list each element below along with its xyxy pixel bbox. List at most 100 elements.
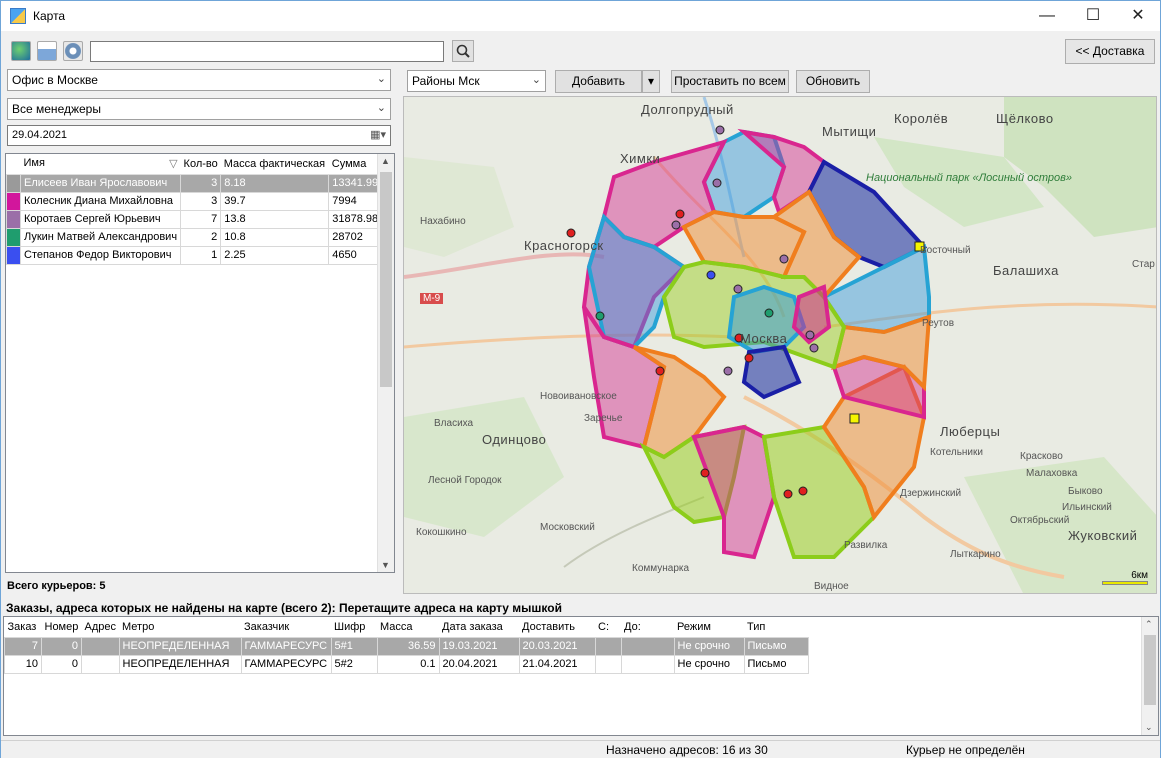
scroll-down-icon[interactable]: ⌄: [1145, 722, 1153, 733]
order-id: 10: [4, 654, 42, 674]
toolbar: << Доставка: [1, 34, 1160, 66]
header-type[interactable]: Тип: [744, 617, 808, 637]
label-kommunarka: Коммунарка: [632, 563, 690, 574]
courier-row[interactable]: Елисеев Иван Ярославович 3 8.18 13341.99: [6, 173, 383, 193]
unfound-title: Заказы, адреса которых не найдены на кар…: [1, 599, 1160, 617]
managers-select[interactable]: Все менеджеры ⌄: [7, 98, 391, 120]
status-bar: Назначено адресов: 16 из 30 Курьер не оп…: [1, 740, 1160, 758]
assign-all-button[interactable]: Проставить по всем: [671, 70, 789, 93]
label-vlasikha: Власиха: [434, 418, 474, 429]
courier-name: Коротаев Сергей Юрьевич: [19, 209, 182, 229]
label-reutov: Реутов: [922, 318, 955, 329]
label-korolev: Королёв: [894, 111, 949, 126]
header-to[interactable]: До:: [621, 617, 674, 637]
label-bykovo: Быково: [1068, 486, 1103, 497]
scale-bar: [1102, 581, 1148, 585]
courier-color-swatch: [6, 227, 21, 247]
label-dolgoprudny: Долгопрудный: [641, 102, 734, 117]
header-order-date[interactable]: Дата заказа: [439, 617, 519, 637]
order-number: 0: [41, 654, 82, 674]
order-code: 5#1: [330, 636, 378, 656]
courier-mass: 2.25: [220, 245, 330, 265]
order-mode: Не срочно: [673, 654, 745, 674]
date-picker[interactable]: 29.04.2021 ▦▾: [7, 125, 391, 146]
header-sum[interactable]: Сумма: [328, 154, 382, 175]
add-dropdown-button[interactable]: ▾: [642, 70, 660, 93]
label-lytkarino: Лыткарино: [950, 549, 1001, 560]
order-type: Письмо: [743, 636, 809, 656]
courier-sum: 7994: [328, 191, 383, 211]
header-from[interactable]: С:: [595, 617, 621, 637]
scroll-thumb[interactable]: [1144, 635, 1156, 705]
scroll-up-icon[interactable]: ▲: [381, 156, 390, 166]
header-metro[interactable]: Метро: [119, 617, 241, 637]
maximize-button[interactable]: ☐: [1070, 1, 1116, 31]
courier-name: Колесник Диана Михайловна: [19, 191, 182, 211]
map-window: Карта — ☐ ✕ << Доставка Офис в Москве ⌄ …: [0, 0, 1161, 758]
refresh-button[interactable]: Обновить: [796, 70, 870, 93]
courier-color-swatch: [6, 173, 21, 193]
label-lesnoy: Лесной Городок: [428, 475, 502, 486]
search-input[interactable]: [90, 41, 444, 62]
header-color: [6, 154, 21, 175]
courier-qty: 7: [180, 209, 222, 229]
label-oktyabrsky: Октябрьский: [1010, 515, 1070, 526]
close-button[interactable]: ✕: [1115, 1, 1161, 31]
header-client[interactable]: Заказчик: [241, 617, 331, 637]
office-select[interactable]: Офис в Москве ⌄: [7, 69, 391, 91]
order-type: Письмо: [743, 654, 809, 674]
header-code[interactable]: Шифр: [331, 617, 377, 637]
layer-select[interactable]: Районы Мск ⌄: [407, 70, 546, 92]
header-deliver[interactable]: Доставить: [519, 617, 595, 637]
courier-qty: 1: [180, 245, 222, 265]
header-address[interactable]: Адрес: [81, 617, 119, 637]
delivery-button[interactable]: << Доставка: [1065, 39, 1155, 64]
status-courier: Курьер не определён: [906, 743, 1025, 757]
courier-mass: 10.8: [220, 227, 330, 247]
office-value: Офис в Москве: [12, 73, 98, 87]
courier-row[interactable]: Степанов Федор Викторович 1 2.25 4650: [6, 245, 383, 265]
add-button[interactable]: Добавить: [555, 70, 642, 93]
header-mode[interactable]: Режим: [674, 617, 744, 637]
header-qty[interactable]: Кол-во: [180, 154, 221, 175]
calendar-icon[interactable]: ▦▾: [370, 128, 386, 141]
courier-row[interactable]: Колесник Диана Михайловна 3 39.7 7994: [6, 191, 383, 211]
header-number[interactable]: Номер: [41, 617, 82, 637]
header-mass[interactable]: Масса фактическая: [220, 154, 329, 175]
order-mode: Не срочно: [673, 636, 745, 656]
courier-qty: 2: [180, 227, 222, 247]
header-mass[interactable]: Масса: [377, 617, 439, 637]
label-shchelkovo: Щёлково: [996, 111, 1054, 126]
header-order[interactable]: Заказ: [4, 617, 42, 637]
scroll-up-icon[interactable]: ⌃: [1145, 619, 1153, 630]
search-icon: [456, 44, 470, 58]
printer-icon[interactable]: [37, 41, 57, 61]
scroll-thumb[interactable]: [380, 172, 392, 387]
managers-value: Все менеджеры: [12, 102, 101, 116]
order-row[interactable]: 10 0 НЕОПРЕДЕЛЕННАЯ ГАММАРЕСУРС 5#2 0.1 20.04.…: [4, 654, 809, 674]
map-view[interactable]: Долгопрудный Мытищи Королёв Щёлково Химк…: [403, 96, 1157, 594]
label-odintsovo: Одинцово: [482, 432, 547, 447]
courier-name: Степанов Федор Викторович: [19, 245, 182, 265]
gear-icon[interactable]: [63, 41, 83, 61]
header-name[interactable]: Имя ▽: [20, 154, 181, 175]
label-khimki: Химки: [620, 151, 661, 166]
label-m9: М-9: [420, 293, 444, 304]
courier-row[interactable]: Коротаев Сергей Юрьевич 7 13.8 31878.98: [6, 209, 383, 229]
courier-row[interactable]: Лукин Матвей Александрович 2 10.8 28702: [6, 227, 383, 247]
scroll-down-icon[interactable]: ▼: [381, 560, 390, 570]
minimize-button[interactable]: —: [1024, 1, 1070, 31]
couriers-scrollbar[interactable]: ▲ ▼: [377, 154, 394, 572]
order-row[interactable]: 7 0 НЕОПРЕДЕЛЕННАЯ ГАММАРЕСУРС 5#1 36.59 19.03…: [4, 636, 809, 656]
label-novoivankovo: Новоивановское: [540, 391, 617, 402]
order-date: 19.03.2021: [438, 636, 520, 656]
label-moscow: Москва: [740, 331, 788, 346]
search-button[interactable]: [452, 40, 474, 62]
orders-scrollbar[interactable]: ⌃ ⌄: [1141, 617, 1158, 735]
order-code: 5#2: [330, 654, 378, 674]
status-assigned: Назначено адресов: 16 из 30: [606, 743, 768, 757]
label-vostochny: Восточный: [920, 245, 971, 256]
order-metro: НЕОПРЕДЕЛЕННАЯ: [118, 654, 242, 674]
globe-icon[interactable]: [11, 41, 31, 61]
label-zarechye: Заречье: [584, 413, 623, 424]
